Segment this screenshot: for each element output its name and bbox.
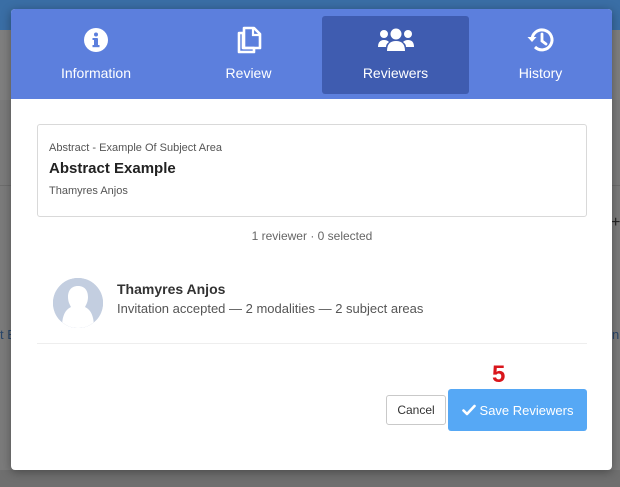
tab-information[interactable]: Information	[11, 16, 181, 94]
save-reviewers-button[interactable]: Save Reviewers	[448, 389, 587, 431]
cancel-button[interactable]: Cancel	[386, 395, 446, 425]
info-circle-icon	[83, 26, 109, 54]
reviewer-name: Thamyres Anjos	[117, 281, 226, 297]
tab-label: Information	[60, 65, 132, 81]
reviewer-details: Invitation accepted — 2 modalities — 2 s…	[117, 301, 424, 316]
modal-tab-bar: Information Review Reviewers History	[11, 9, 612, 99]
reviewer-count: 1 reviewer · 0 selected	[251, 229, 373, 243]
tab-reviewers[interactable]: Reviewers	[322, 16, 469, 94]
abstract-author: Thamyres Anjos	[49, 185, 128, 197]
tab-label: Reviewers	[362, 65, 429, 81]
tab-label: Review	[225, 65, 272, 81]
copy-icon	[236, 26, 262, 54]
tab-history[interactable]: History	[469, 16, 612, 94]
check-icon	[461, 404, 476, 416]
background-plus-icon: +	[611, 214, 620, 231]
background-footer	[0, 470, 620, 487]
avatar	[53, 278, 103, 328]
abstract-subject-area: Abstract - Example Of Subject Area	[49, 142, 223, 154]
reviewers-modal: Information Review Reviewers History Abs…	[11, 9, 612, 470]
reviewer-list-item[interactable]: Thamyres Anjos Invitation accepted — 2 m…	[37, 271, 587, 344]
tab-review[interactable]: Review	[181, 16, 316, 94]
save-button-label: Save Reviewers	[479, 402, 574, 418]
history-icon	[526, 26, 556, 54]
tab-label: History	[518, 65, 563, 81]
step-marker: 5	[492, 361, 506, 388]
background-text-fragment: n	[612, 327, 620, 342]
users-icon	[377, 26, 415, 54]
abstract-card: Abstract - Example Of Subject Area Abstr…	[37, 124, 587, 217]
abstract-title: Abstract Example	[49, 160, 176, 177]
